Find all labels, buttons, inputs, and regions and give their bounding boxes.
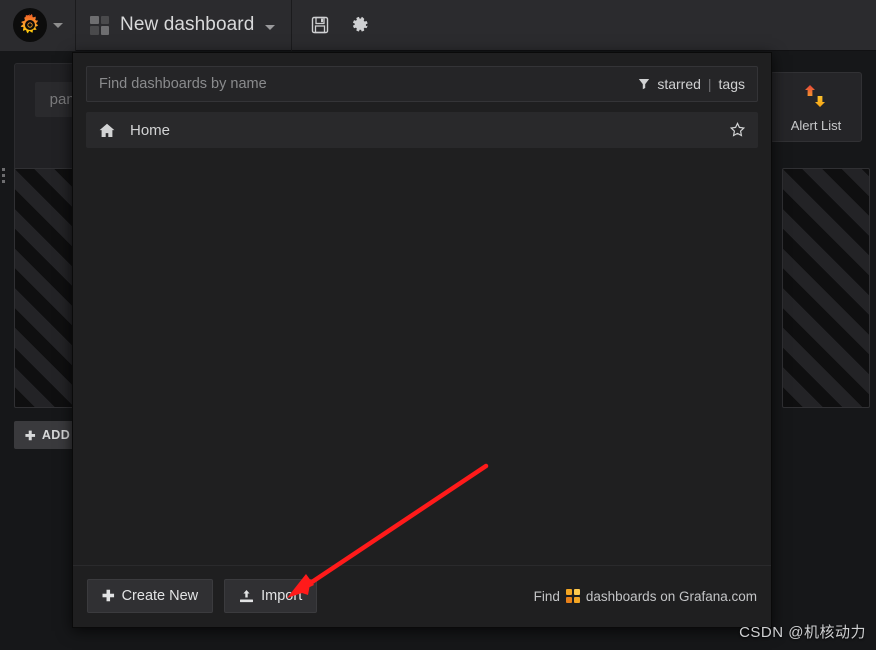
find-prefix-label: Find [533, 588, 560, 604]
grid-icon [90, 15, 109, 35]
loading-panel-right [782, 168, 870, 408]
tags-filter-link[interactable]: tags [719, 76, 745, 92]
upload-icon [239, 589, 254, 604]
watermark-text: CSDN @机核动力 [739, 624, 866, 641]
page-title: New dashboard [120, 14, 255, 35]
grafana-logo-icon [12, 8, 47, 42]
chevron-down-icon [265, 24, 276, 30]
search-footer: ✚ Create New Import Find dashboards on G… [73, 565, 771, 627]
search-results-list: Home [73, 102, 771, 565]
plus-icon: ✚ [25, 428, 36, 443]
list-item[interactable]: Home [86, 112, 758, 148]
star-outline-icon[interactable] [729, 121, 746, 139]
chevron-down-icon [52, 22, 63, 28]
create-new-button[interactable]: ✚ Create New [87, 579, 214, 613]
alert-list-label: Alert List [790, 117, 842, 133]
grafana-dashboard-screen: New dashboard panel ✚ ADD R Alert List F… [0, 0, 876, 650]
top-navbar: New dashboard [0, 0, 876, 51]
dashboard-title-menu[interactable]: New dashboard [76, 0, 293, 51]
row-drag-handle[interactable] [2, 168, 5, 183]
alert-list-icon [801, 82, 831, 115]
plus-icon: ✚ [102, 587, 115, 605]
search-filters: starred | tags [638, 76, 745, 92]
search-field-container: starred | tags [73, 53, 771, 102]
home-icon [99, 123, 115, 138]
navbar-actions [292, 0, 388, 51]
search-input[interactable] [99, 76, 639, 92]
find-suffix-label: dashboards on Grafana.com [585, 588, 757, 604]
grafana-home-button[interactable] [0, 0, 76, 51]
filter-separator: | [707, 76, 712, 92]
import-button[interactable]: Import [224, 579, 318, 613]
grafana-com-link[interactable]: Find dashboards on Grafana.com [534, 589, 757, 604]
gear-icon[interactable] [350, 15, 370, 35]
starred-filter-link[interactable]: starred [657, 76, 701, 92]
import-label: Import [261, 588, 303, 604]
save-disk-icon[interactable] [310, 15, 330, 35]
dashboard-name: Home [130, 121, 171, 139]
alert-list-panel[interactable]: Alert List [770, 72, 862, 142]
filter-funnel-icon [638, 78, 650, 90]
dashboard-search-dropdown: starred | tags Home [72, 52, 772, 628]
create-new-label: Create New [121, 588, 199, 604]
grafana-grid-icon [565, 589, 580, 603]
search-bar[interactable]: starred | tags [86, 66, 758, 102]
